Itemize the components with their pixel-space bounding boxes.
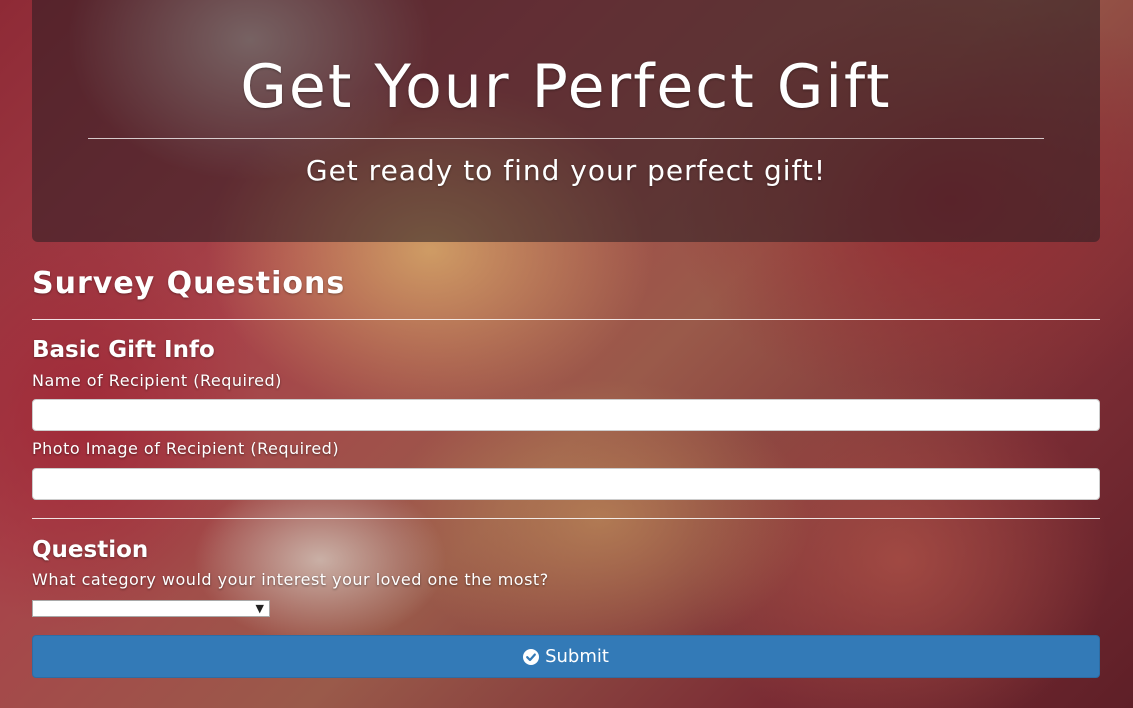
page-subtitle: Get ready to find your perfect gift! xyxy=(305,154,827,187)
question-heading: Question xyxy=(32,537,149,563)
survey-title: Survey Questions xyxy=(32,266,346,301)
page-title: Get Your Perfect Gift xyxy=(240,52,892,122)
category-select[interactable]: ▼ xyxy=(32,600,270,617)
submit-label: Submit xyxy=(545,646,609,667)
hero-divider xyxy=(88,138,1044,139)
recipient-photo-label: Photo Image of Recipient (Required) xyxy=(32,439,340,458)
check-circle-icon xyxy=(523,648,540,665)
submit-button[interactable]: Submit xyxy=(32,635,1100,678)
recipient-name-input[interactable] xyxy=(32,399,1100,431)
hero-banner: Get Your Perfect Gift Get ready to find … xyxy=(32,0,1100,242)
category-question-label: What category would your interest your l… xyxy=(32,570,549,589)
question-divider xyxy=(32,518,1100,519)
survey-divider xyxy=(32,319,1100,320)
dropdown-arrow-icon: ▼ xyxy=(255,602,264,615)
recipient-name-label: Name of Recipient (Required) xyxy=(32,371,282,390)
recipient-photo-input[interactable] xyxy=(32,468,1100,500)
basic-info-heading: Basic Gift Info xyxy=(32,337,215,363)
